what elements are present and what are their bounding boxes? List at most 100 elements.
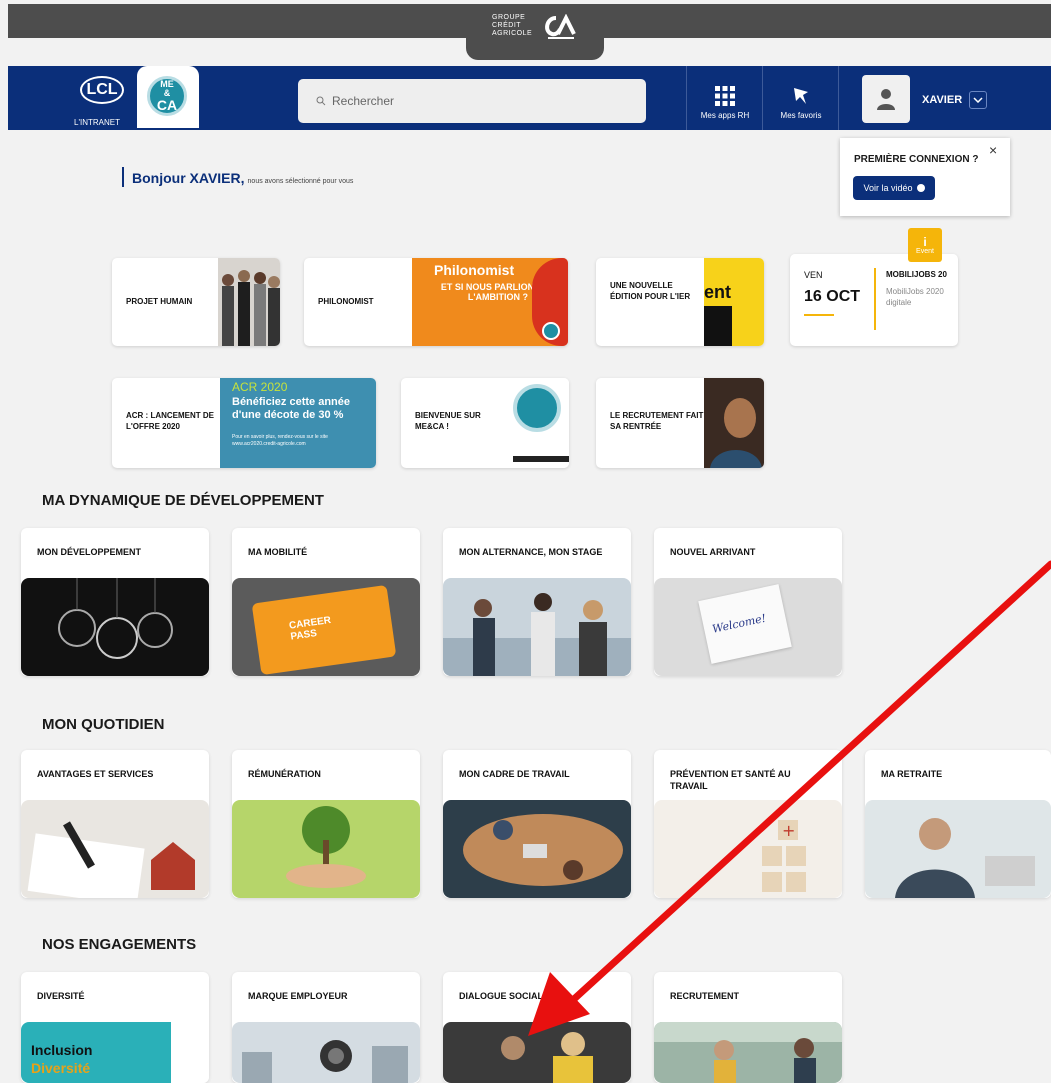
news-card-label: PROJET HUMAIN [126,297,193,306]
event-title: MOBILIJOBS 20 [886,270,947,279]
career-pass-text: CAREER PASS [288,614,332,643]
header-divider [686,66,687,130]
favoris-button[interactable]: Mes favoris [766,66,836,130]
tile-label: MA MOBILITÉ [248,547,308,557]
tile-label: MA RETRAITE [881,769,943,779]
close-icon[interactable]: × [989,142,997,158]
tile-cadre-travail[interactable]: MON CADRE DE TRAVAIL [443,750,631,898]
tile-label: RECRUTEMENT [670,991,739,1001]
house-contract-image [21,800,209,898]
senior-laptop-image [865,800,1051,898]
section-title-quotidien: MON QUOTIDIEN [42,716,165,733]
tile-mon-developpement[interactable]: MON DÉVELOPPEMENT [21,528,209,676]
tile-ma-retraite[interactable]: MA RETRAITE [865,750,1051,898]
apps-rh-label: Mes apps RH [700,111,750,120]
meca-large-logo-icon [513,384,561,432]
event-divider [874,268,876,330]
welcome-text: Welcome! [711,611,768,636]
chevron-down-icon [973,97,983,103]
news-card-philonomist[interactable]: PHILONOMIST Philonomist ET SI NOUS PARLI… [304,258,568,346]
career-pass-image: CAREER PASS [232,578,420,676]
meca-badge-icon [542,322,560,340]
acr-image-title: ACR 2020 [232,380,288,394]
binoculars-city-image [232,1022,420,1083]
credit-agricole-logo-icon [545,14,576,39]
greeting-sub: nous avons sélectionné pour vous [247,178,354,185]
meca-news-bar [513,456,569,462]
greeting-accent [122,167,124,187]
event-card[interactable]: VEN 16 OCT MOBILIJOBS 20 MobiliJobs 2020… [790,254,958,346]
brand-line-1: GROUPE [492,14,526,21]
header-divider [838,66,839,130]
lcl-logo[interactable]: LCL [80,76,124,104]
tile-label: MON ALTERNANCE, MON STAGE [459,547,603,557]
search-input[interactable]: Rechercher [298,79,646,123]
tile-remuneration[interactable]: RÉMUNÉRATION [232,750,420,898]
grid-icon [715,86,735,106]
news-card-projet-humain[interactable]: PROJET HUMAIN [112,258,280,346]
tile-diversite[interactable]: DIVERSITÉ Inclusion Diversité [21,972,209,1083]
user-icon [877,89,895,110]
event-day: VEN [804,270,823,280]
acr-image-text: Bénéficiez cette année d'une décote de 3… [232,396,350,421]
inclusion-text: Inclusion [31,1042,93,1058]
news-card-ier[interactable]: UNE NOUVELLE ÉDITION POUR L'IER ent [596,258,764,346]
welcome-note-image: Welcome! [654,578,842,676]
people-group-image [218,258,280,346]
tile-ma-mobilite[interactable]: MA MOBILITÉ CAREER PASS [232,528,420,676]
tile-recrutement[interactable]: RECRUTEMENT [654,972,842,1083]
user-name[interactable]: XAVIER [922,94,962,106]
tile-avantages-services[interactable]: AVANTAGES ET SERVICES [21,750,209,898]
tile-dialogue-social[interactable]: DIALOGUE SOCIAL [443,972,631,1083]
section-title-dynamique: MA DYNAMIQUE DE DÉVELOPPEMENT [42,492,324,509]
brand-line-2: CRÉDIT [492,22,522,29]
apps-rh-button[interactable]: Mes apps RH [690,66,760,130]
first-connection-popup: PREMIÈRE CONNEXION ? × Voir la vidéo [840,138,1010,216]
tile-prevention-sante[interactable]: PRÉVENTION ET SANTÉ AU TRAVAIL + [654,750,842,898]
event-badge-label: Event [916,247,934,255]
news-card-bienvenue[interactable]: BIENVENUE SUR ME&CA ! [401,378,569,468]
event-badge: i Event [908,228,942,262]
tile-label: NOUVEL ARRIVANT [670,547,756,557]
svg-text:+: + [782,821,795,840]
acr-image: ACR 2020 Bénéficiez cette année d'une dé… [220,378,376,468]
credit-agricole-tab[interactable] [466,4,604,60]
acr-image-small: Pour en savoir plus, rendez-vous sur le … [232,434,328,447]
tile-nouvel-arrivant[interactable]: NOUVEL ARRIVANT Welcome! [654,528,842,676]
career-pass-card: CAREER PASS [251,584,397,676]
news-card-label: ACR : LANCEMENT DE L'OFFRE 2020 [126,411,214,431]
inclusion-white-panel [171,1022,209,1083]
event-date: 16 OCT [804,288,861,305]
news-card-label: LE RECRUTEMENT FAIT SA RENTRÉE [610,411,704,431]
news-card-label: BIENVENUE SUR ME&CA ! [415,411,481,431]
ier-image-block [704,306,732,346]
philonomist-image-title: Philonomist [434,262,515,278]
ier-image: ent [704,258,764,346]
tile-label: MARQUE EMPLOYEUR [248,991,348,1001]
smiling-woman-image [704,378,764,468]
info-icon: i [923,234,927,249]
tile-marque-employeur[interactable]: MARQUE EMPLOYEUR [232,972,420,1083]
health-blocks-image: + [654,800,842,898]
welcome-note: Welcome! [698,584,792,664]
play-icon [916,184,925,192]
search-icon [316,96,326,106]
news-card-label: PHILONOMIST [318,297,374,306]
workspace-image [443,800,631,898]
avatar[interactable] [862,75,910,123]
watch-video-button[interactable]: Voir la vidéo [853,176,935,200]
tile-mon-alternance[interactable]: MON ALTERNANCE, MON STAGE [443,528,631,676]
meca-logo-ca: CA [156,97,178,113]
event-date-underline [804,314,834,316]
user-menu-toggle[interactable] [969,91,987,109]
tile-label: DIVERSITÉ [37,991,85,1001]
news-card-acr[interactable]: ACR : LANCEMENT DE L'OFFRE 2020 ACR 2020… [112,378,376,468]
credit-agricole-text: GROUPE CRÉDIT AGRICOLE [492,14,532,38]
search-placeholder: Rechercher [332,94,395,108]
interview-image [654,1022,842,1083]
greeting: Bonjour XAVIER, nous avons sélectionné po… [132,170,353,186]
greeting-main: Bonjour XAVIER, [132,170,245,186]
news-card-recrutement[interactable]: LE RECRUTEMENT FAIT SA RENTRÉE [596,378,764,468]
diversite-text: Diversité [31,1060,91,1076]
meca-logo: ME & CA [147,76,187,116]
